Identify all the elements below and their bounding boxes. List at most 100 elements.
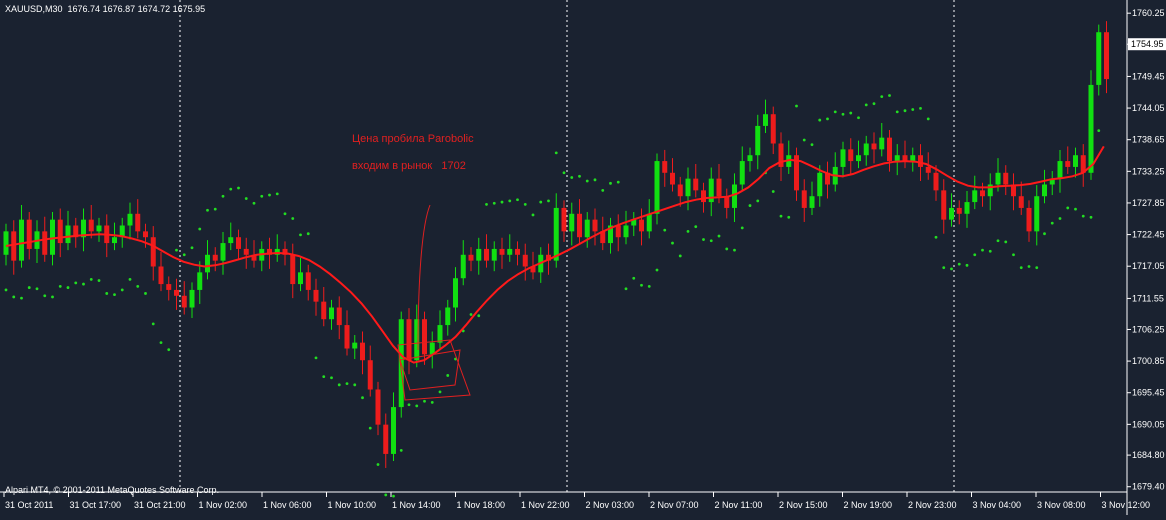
sar-dot [748, 204, 752, 207]
sar-dot [1066, 206, 1070, 210]
sar-dot [120, 288, 124, 292]
sar-dot [43, 294, 47, 298]
sar-dot [640, 283, 643, 287]
chart-canvas[interactable]: 1760.25 1754.95 1749.45 1744.05 1738.65 1733.… [0, 0, 1166, 515]
sar-dot [314, 356, 318, 360]
candle-body [329, 307, 334, 320]
sar-dot [694, 225, 698, 229]
sar-dot [810, 143, 814, 147]
candle-body [848, 149, 854, 162]
candle-body [1104, 32, 1109, 80]
candle-body [584, 219, 590, 238]
sar-dot [663, 228, 667, 232]
price-tick-label: 1695.45 [1132, 388, 1165, 398]
time-tick-label: 1 Nov 02:00 [199, 500, 248, 510]
sar-dot [322, 375, 326, 379]
current-price-marker: 1754.95 [1128, 38, 1166, 51]
sar-dot [562, 171, 566, 175]
candle-body [375, 389, 381, 425]
sar-dot [709, 239, 713, 243]
time-tick-label: 2 Nov 03:00 [586, 500, 635, 510]
sar-dot [477, 314, 481, 318]
sar-dot [182, 253, 186, 257]
candle-body [460, 254, 466, 279]
sar-dot [198, 227, 202, 231]
chart-header: XAUUSD,M30 1676.74 1676.87 1674.72 1675.… [5, 4, 205, 14]
sar-dot [702, 238, 705, 241]
sar-dot [82, 282, 85, 286]
sar-dot [151, 322, 155, 326]
sar-dot [740, 226, 744, 230]
candle-body [646, 213, 652, 232]
candle-body [972, 190, 978, 203]
sar-dot [206, 208, 209, 212]
symbol-label: XAUUSD,M30 [5, 4, 63, 14]
sar-dot [345, 382, 349, 386]
candle-body [26, 219, 32, 249]
sar-dot [957, 262, 961, 266]
price-tick-label: 1727.85 [1132, 198, 1165, 208]
sar-dot [632, 276, 636, 280]
sar-dot [51, 295, 54, 299]
candle-body [437, 325, 443, 343]
sar-dot [299, 233, 302, 237]
candle-body [817, 172, 823, 197]
candle-body [143, 231, 148, 238]
candle-body [763, 114, 768, 126]
candle-body [205, 254, 210, 273]
candle-body [840, 149, 846, 167]
candle-body [422, 319, 427, 355]
candle-body [693, 178, 699, 191]
sar-dot [934, 235, 938, 239]
sar-dot [655, 268, 659, 272]
candle-body [894, 155, 900, 162]
sar-dot [492, 201, 496, 205]
sar-dot [570, 176, 574, 179]
time-tick-label: 3 Nov 12:00 [1102, 500, 1151, 510]
candle-body [879, 137, 885, 150]
price-tick-label: 1744.05 [1132, 103, 1165, 113]
candle-body [344, 325, 350, 349]
annotation-line-1: Цена пробила Parobolic [352, 133, 474, 145]
sar-dot [469, 313, 473, 316]
candle-body [515, 248, 520, 255]
sar-dot [221, 194, 225, 198]
time-tick-label: 3 Nov 04:00 [973, 500, 1022, 510]
candle-body [11, 231, 17, 261]
candle-body [1073, 155, 1078, 167]
candle-body [724, 196, 730, 208]
candle-body [476, 248, 482, 261]
candle-body [220, 243, 226, 261]
sar-dot [1074, 207, 1077, 211]
candle-body [755, 125, 761, 156]
candle-body [522, 254, 528, 267]
candle-body [910, 155, 916, 162]
candle-body [383, 424, 389, 454]
candle-body [96, 225, 102, 232]
candle-body [468, 254, 474, 261]
candle-body [3, 231, 9, 255]
candle-body [677, 184, 683, 197]
sar-dot [950, 267, 953, 271]
price-chart[interactable]: 1760.25 1754.95 1749.45 1744.05 1738.65 1733.… [0, 0, 1166, 515]
sar-dot [857, 116, 860, 120]
sar-dot [826, 117, 829, 121]
candle-body [887, 137, 892, 162]
sar-dot [438, 390, 442, 394]
time-tick-label: 2 Nov 19:00 [844, 500, 893, 510]
sar-dot [647, 285, 651, 288]
candle-body [770, 114, 776, 144]
candle-body [980, 190, 985, 197]
sar-dot [686, 229, 690, 233]
candle-body [88, 219, 94, 232]
candle-body [305, 272, 311, 290]
sar-dot [415, 404, 419, 408]
sar-dot [717, 234, 721, 238]
candle-body [484, 248, 489, 261]
time-tick-label: 1 Nov 10:00 [328, 500, 377, 510]
candle-body [933, 172, 939, 191]
sar-dot [872, 102, 876, 106]
candle-body [507, 248, 513, 255]
sar-dot [128, 277, 132, 281]
candle-body [662, 161, 668, 173]
